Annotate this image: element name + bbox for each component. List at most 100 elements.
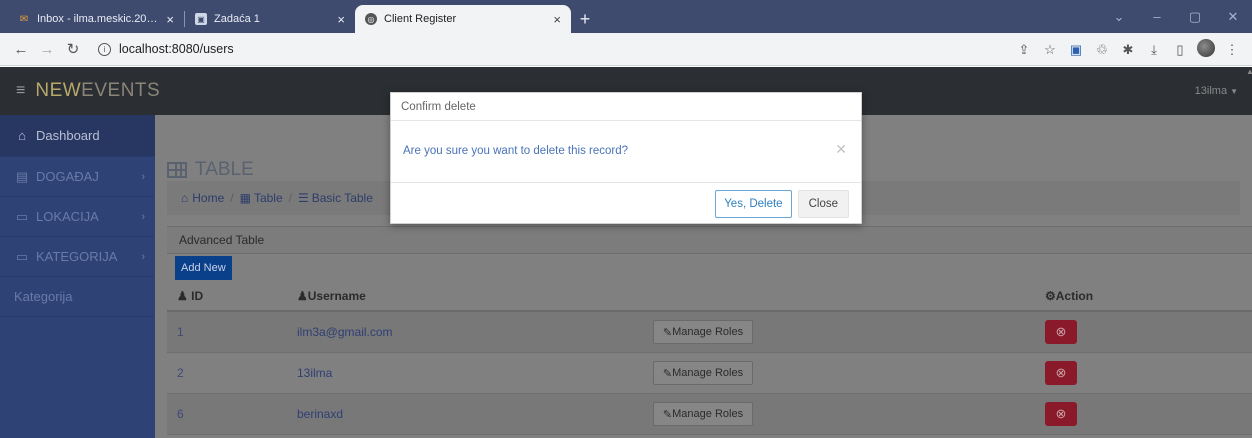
menu-icon[interactable]: ⋮ — [1220, 42, 1244, 58]
close-button[interactable]: Close — [797, 190, 849, 218]
sidebar-item-kategorija[interactable]: ▭ KATEGORIJA › — [0, 237, 155, 277]
minimize-icon[interactable]: – — [1138, 9, 1176, 24]
header-action: ⚙Action — [1045, 289, 1093, 303]
tab-title: Zadaća 1 — [214, 13, 260, 25]
sidebar-item-dogadaj[interactable]: ▤ DOGAĐAJ › — [0, 157, 155, 197]
brand-logo[interactable]: NEWEVENTS — [35, 80, 160, 102]
home-icon: ⌂ — [181, 191, 189, 205]
url-text: localhost:8080/users — [119, 42, 234, 56]
extension-icon[interactable]: ▣ — [1064, 42, 1088, 58]
delete-cell: ⊗ — [1045, 320, 1077, 344]
maximize-icon[interactable]: ▢ — [1176, 9, 1214, 25]
browser-tab-client-register[interactable]: ◎ Client Register × — [355, 5, 571, 33]
reload-icon[interactable]: ↻ — [62, 40, 84, 58]
monitor-icon: ▭ — [15, 248, 29, 264]
panel-header: Advanced Table — [167, 226, 1252, 254]
browser-tab-inbox[interactable]: ✉ Inbox - ilma.meskic.20@size.ba × — [8, 5, 184, 33]
puzzle-icon[interactable]: ✱ — [1116, 42, 1140, 58]
share-icon[interactable]: ⇪ — [1012, 42, 1036, 58]
user-menu[interactable]: 13ilma ▼ — [1195, 67, 1238, 115]
cell-username: berinaxd — [297, 407, 344, 421]
scrollbar-arrow-icon[interactable]: ▲ — [1246, 67, 1252, 107]
list-icon: ☰ — [297, 191, 309, 205]
recycle-icon[interactable]: ♲ — [1090, 42, 1114, 58]
sidepanel-icon[interactable]: ▯ — [1168, 42, 1192, 58]
breadcrumb-basic-table[interactable]: Basic Table — [312, 191, 373, 205]
wrench-icon: ⚙ — [1045, 289, 1056, 303]
close-icon[interactable]: ✕ — [835, 141, 847, 158]
sidebar: ⌂ Dashboard ▤ DOGAĐAJ › ▭ LOKACIJA › ▭ K… — [0, 115, 155, 438]
delete-button[interactable]: ⊗ — [1045, 320, 1077, 344]
chevron-right-icon: › — [141, 170, 145, 183]
manage-roles-cell: ✎ Manage Roles — [653, 320, 753, 344]
page-title: TABLE — [167, 159, 254, 181]
brand-primary: NEW — [35, 80, 82, 101]
avatar[interactable] — [1194, 39, 1218, 60]
edit-icon: ✎ — [662, 408, 673, 421]
manage-roles-label: Manage Roles — [672, 326, 744, 338]
cell-id: 1 — [177, 325, 184, 339]
download-icon[interactable]: ⤓ — [1142, 42, 1166, 58]
delete-cell: ⊗ — [1045, 361, 1077, 385]
sidebar-item-dashboard[interactable]: ⌂ Dashboard — [0, 115, 155, 157]
forward-icon[interactable]: → — [36, 41, 58, 58]
browser-toolbar: ⇪ ☆ ▣ ♲ ✱ ⤓ ▯ ⋮ — [1012, 33, 1244, 66]
add-new-button[interactable]: Add New — [175, 256, 232, 280]
caret-down-icon: ▼ — [1230, 86, 1238, 96]
close-window-icon[interactable]: ✕ — [1214, 9, 1252, 25]
page-title-text: TABLE — [195, 159, 254, 180]
header-username-text: Username — [307, 289, 366, 303]
user-icon: ♟ — [177, 289, 188, 303]
delete-circle-icon: ⊗ — [1055, 365, 1067, 380]
mail-icon: ✉ — [19, 13, 29, 25]
delete-circle-icon: ⊗ — [1055, 406, 1067, 421]
modal-footer: Yes, Delete Close — [391, 183, 861, 225]
info-icon[interactable]: i — [98, 42, 111, 56]
panel-title: Advanced Table — [179, 233, 265, 247]
manage-roles-button[interactable]: ✎ Manage Roles — [653, 320, 753, 344]
star-icon[interactable]: ☆ — [1038, 42, 1062, 58]
sidebar-item-lokacija[interactable]: ▭ LOKACIJA › — [0, 197, 155, 237]
delete-button[interactable]: ⊗ — [1045, 402, 1077, 426]
breadcrumb-home[interactable]: Home — [192, 191, 224, 205]
close-tab-icon[interactable]: × — [553, 12, 561, 27]
delete-cell: ⊗ — [1045, 402, 1077, 426]
manage-roles-cell: ✎ Manage Roles — [653, 402, 753, 426]
new-tab-button[interactable]: + — [571, 5, 599, 33]
monitor-icon: ▭ — [15, 208, 29, 224]
manage-roles-button[interactable]: ✎ Manage Roles — [653, 402, 753, 426]
breadcrumb-separator: / — [288, 191, 292, 205]
tab-search-icon[interactable]: ⌄ — [1100, 9, 1138, 25]
table-icon — [167, 162, 187, 178]
modal-body: Are you sure you want to delete this rec… — [391, 121, 861, 183]
sidebar-item-label: LOKACIJA — [36, 209, 99, 224]
home-icon: ⌂ — [18, 128, 26, 143]
browser-tab-zadaca[interactable]: ▣ Zadaća 1 × — [185, 5, 355, 33]
close-tab-icon[interactable]: × — [166, 12, 174, 27]
yes-delete-button[interactable]: Yes, Delete — [715, 190, 792, 218]
delete-circle-icon: ⊗ — [1055, 324, 1067, 339]
table-row: 6 berinaxd ✎ Manage Roles ⊗ — [167, 394, 1252, 435]
sidebar-item-label: Kategorija — [14, 289, 73, 304]
modal-message: Are you sure you want to delete this rec… — [403, 145, 629, 157]
user-name: 13ilma — [1194, 85, 1228, 97]
file-icon: ▤ — [15, 168, 29, 184]
users-table: ♟ ID ♟Username ⚙Action 1 ilm3a@gmail.com… — [167, 282, 1252, 435]
sidebar-item-label: DOGAĐAJ — [36, 169, 99, 184]
tab-title: Client Register — [384, 13, 457, 25]
sidebar-item-label: Dashboard — [36, 128, 100, 143]
delete-button[interactable]: ⊗ — [1045, 361, 1077, 385]
confirm-delete-modal: Confirm delete ✕ Are you sure you want t… — [390, 92, 862, 224]
back-icon[interactable]: ← — [10, 41, 32, 58]
modal-title: Confirm delete — [401, 100, 476, 113]
manage-roles-label: Manage Roles — [672, 408, 744, 420]
hamburger-icon[interactable]: ≡ — [16, 82, 25, 100]
breadcrumb-table[interactable]: Table — [254, 191, 283, 205]
manage-roles-button[interactable]: ✎ Manage Roles — [653, 361, 753, 385]
sidebar-item-kategorija-link[interactable]: Kategorija — [0, 277, 155, 317]
url-field[interactable]: i localhost:8080/users — [98, 42, 234, 56]
header-id-text: ID — [191, 289, 204, 303]
cell-id: 6 — [177, 407, 184, 421]
header-action-text: Action — [1055, 289, 1094, 303]
close-tab-icon[interactable]: × — [337, 12, 345, 27]
